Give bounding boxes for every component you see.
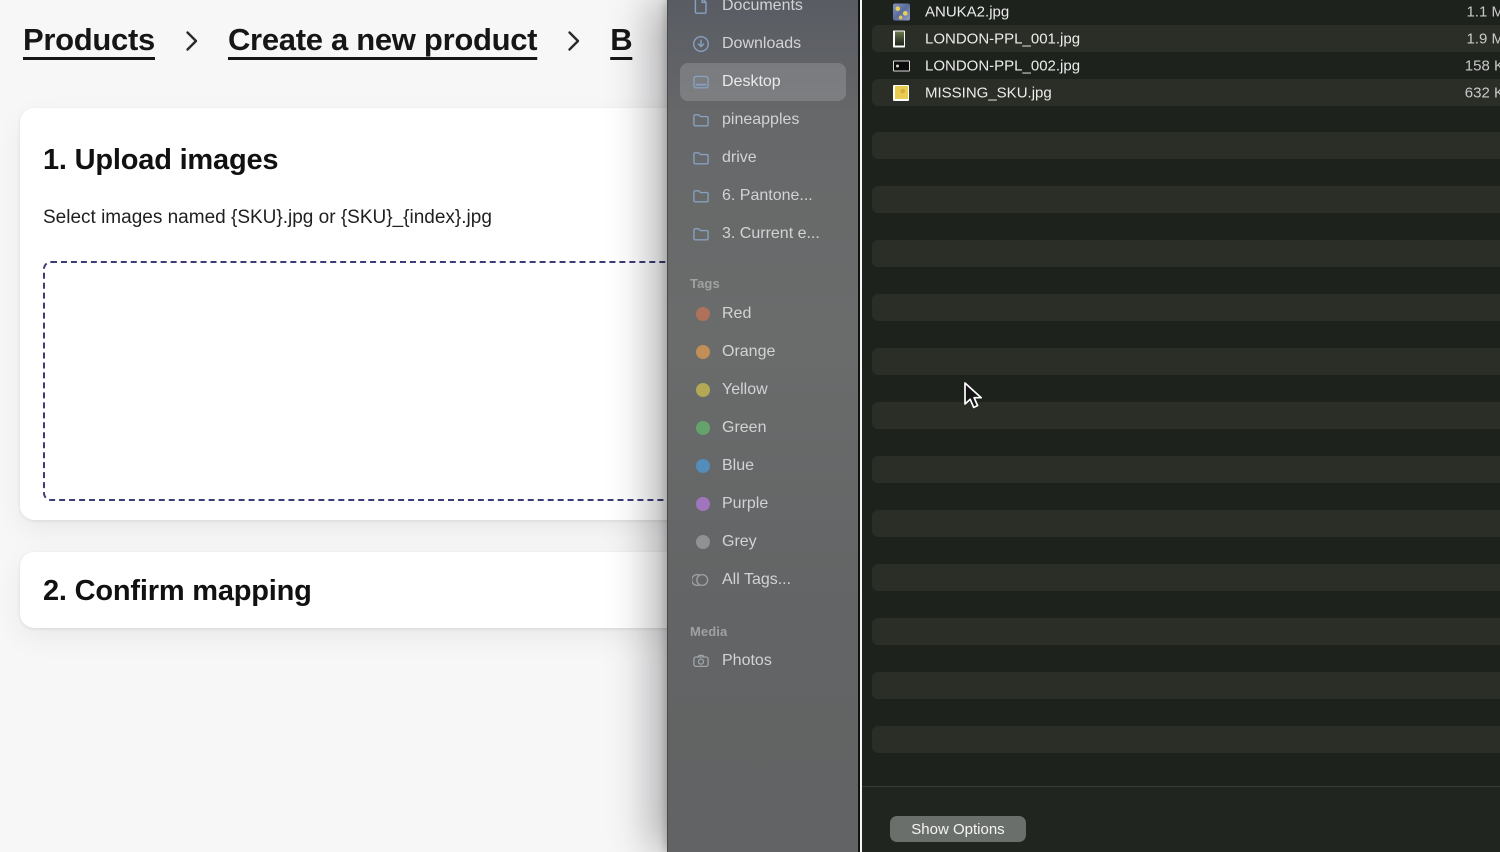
all-tags-label: All Tags... <box>722 571 791 589</box>
chevron-right-icon <box>566 28 581 54</box>
folder-icon <box>692 187 710 205</box>
all-tags-icon <box>692 571 710 589</box>
empty-row-stripe <box>872 564 1500 591</box>
confirm-mapping-card: 2. Confirm mapping <box>20 552 700 628</box>
breadcrumb-link-products[interactable]: Products <box>23 22 155 58</box>
file-name: ANUKA2.jpg <box>925 3 1009 20</box>
sidebar-item-label: Documents <box>722 0 803 15</box>
desktop-icon <box>692 73 710 91</box>
folder-icon <box>692 225 710 243</box>
show-options-button[interactable]: Show Options <box>890 816 1026 842</box>
tag-label: Green <box>722 419 766 437</box>
tag-color-dot <box>696 459 710 473</box>
sidebar-item-label: drive <box>722 149 757 167</box>
file-thumbnail-icon <box>893 3 910 20</box>
sidebar-favorites: Documents Downloads Desktop pineapples <box>668 0 858 253</box>
tag-item-grey[interactable]: Grey <box>680 523 846 561</box>
file-name: LONDON-PPL_002.jpg <box>925 57 1080 74</box>
sidebar-item-pineapples[interactable]: pineapples <box>680 101 846 139</box>
file-row[interactable]: LONDON-PPL_002.jpg 158 KB <box>862 52 1500 79</box>
file-size: 158 KB <box>1465 57 1500 74</box>
image-upload-dropzone[interactable] <box>43 261 686 501</box>
empty-row-stripe <box>872 186 1500 213</box>
empty-row-stripe <box>872 132 1500 159</box>
empty-row-stripe <box>872 618 1500 645</box>
file-thumbnail-icon <box>893 30 905 47</box>
sidebar-item-label: 3. Current e... <box>722 225 820 243</box>
sidebar-item-photos[interactable]: Photos <box>680 642 846 680</box>
all-tags-item[interactable]: All Tags... <box>680 561 846 599</box>
tag-item-orange[interactable]: Orange <box>680 333 846 371</box>
file-size: 632 KB <box>1465 84 1500 101</box>
breadcrumb-link-truncated[interactable]: B <box>610 22 632 58</box>
sidebar-item-label: Photos <box>722 652 772 670</box>
breadcrumb-link-create-product[interactable]: Create a new product <box>228 22 537 58</box>
file-name: MISSING_SKU.jpg <box>925 84 1052 101</box>
sidebar-media: Photos <box>668 642 858 680</box>
empty-row-stripe <box>872 402 1500 429</box>
file-list-panel: ANUKA2.jpg 1.1 MB LONDON-PPL_001.jpg 1.9… <box>862 0 1500 852</box>
document-icon <box>692 0 710 15</box>
sidebar-item-label: pineapples <box>722 111 799 129</box>
file-row[interactable]: MISSING_SKU.jpg 632 KB <box>862 79 1500 106</box>
upload-images-card: 1. Upload images Select images named {SK… <box>20 108 700 520</box>
sidebar-item-documents[interactable]: Documents <box>680 0 846 25</box>
tags-section-header: Tags <box>690 276 720 291</box>
mapping-section-title: 2. Confirm mapping <box>20 552 700 609</box>
file-size: 1.9 MB <box>1466 30 1500 47</box>
sidebar-item-label: Desktop <box>722 73 781 91</box>
camera-icon <box>692 652 710 670</box>
file-row[interactable]: ANUKA2.jpg 1.1 MB <box>862 0 1500 25</box>
tag-label: Purple <box>722 495 768 513</box>
tag-color-dot <box>696 535 710 549</box>
finder-sidebar: Documents Downloads Desktop pineapples <box>667 0 860 852</box>
empty-row-stripe <box>872 726 1500 753</box>
file-open-dialog: Documents Downloads Desktop pineapples <box>667 0 1500 852</box>
sidebar-item-downloads[interactable]: Downloads <box>680 25 846 63</box>
upload-section-title: 1. Upload images <box>20 108 700 178</box>
file-thumbnail-icon <box>893 85 909 101</box>
sidebar-item-current[interactable]: 3. Current e... <box>680 215 846 253</box>
upload-section-subtitle: Select images named {SKU}.jpg or {SKU}_{… <box>20 206 700 230</box>
folder-icon <box>692 111 710 129</box>
sidebar-item-label: Downloads <box>722 35 801 53</box>
tag-color-dot <box>696 345 710 359</box>
sidebar-item-label: 6. Pantone... <box>722 187 813 205</box>
tag-item-blue[interactable]: Blue <box>680 447 846 485</box>
empty-row-stripe <box>872 510 1500 537</box>
tag-label: Orange <box>722 343 775 361</box>
breadcrumb: Products Create a new product B <box>23 22 632 58</box>
sidebar-item-desktop[interactable]: Desktop <box>680 63 846 101</box>
tag-item-red[interactable]: Red <box>680 295 846 333</box>
file-name: LONDON-PPL_001.jpg <box>925 30 1080 47</box>
tag-item-green[interactable]: Green <box>680 409 846 447</box>
tag-color-dot <box>696 307 710 321</box>
dialog-bottom-bar: Show Options <box>862 787 1500 852</box>
tag-label: Yellow <box>722 381 768 399</box>
tag-label: Blue <box>722 457 754 475</box>
empty-row-stripe <box>872 348 1500 375</box>
sidebar-tags: Red Orange Yellow Green Blue Purple <box>668 295 858 599</box>
tag-label: Red <box>722 305 751 323</box>
empty-row-stripe <box>872 672 1500 699</box>
file-size: 1.1 MB <box>1466 3 1500 20</box>
file-thumbnail-icon <box>893 60 910 71</box>
folder-icon <box>692 149 710 167</box>
sidebar-item-drive[interactable]: drive <box>680 139 846 177</box>
empty-row-stripe <box>872 240 1500 267</box>
download-icon <box>692 35 710 53</box>
empty-row-stripe <box>872 294 1500 321</box>
tag-color-dot <box>696 497 710 511</box>
media-section-header: Media <box>690 624 727 639</box>
empty-row-stripe <box>872 456 1500 483</box>
tag-color-dot <box>696 421 710 435</box>
tag-color-dot <box>696 383 710 397</box>
sidebar-item-pantone[interactable]: 6. Pantone... <box>680 177 846 215</box>
tag-label: Grey <box>722 533 757 551</box>
chevron-right-icon <box>184 28 199 54</box>
file-row[interactable]: LONDON-PPL_001.jpg 1.9 MB <box>862 25 1500 52</box>
tag-item-yellow[interactable]: Yellow <box>680 371 846 409</box>
tag-item-purple[interactable]: Purple <box>680 485 846 523</box>
